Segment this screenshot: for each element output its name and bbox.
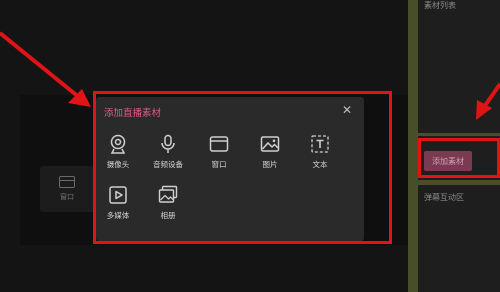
source-tile-camera[interactable]: 摄像头: [98, 134, 138, 170]
stage-window-source[interactable]: 窗口: [40, 166, 94, 212]
danmaku-interaction-panel: 弹幕互动区: [418, 185, 500, 292]
add-live-material-dialog: 添加直播素材 ✕ 摄像头 音频设备 窗口 图片 文本 多媒体 相册: [96, 97, 364, 241]
source-tile-media[interactable]: 多媒体: [98, 185, 138, 221]
album-icon: [158, 185, 178, 203]
source-label-album: 相册: [160, 211, 176, 220]
camera-icon: [110, 134, 126, 154]
text-icon: [311, 135, 329, 153]
source-tile-audio[interactable]: 音频设备: [148, 134, 188, 170]
source-label-media: 多媒体: [106, 211, 130, 220]
add-material-button[interactable]: 添加素材: [424, 151, 472, 171]
material-list-title: 素材列表: [424, 1, 456, 10]
danmaku-interaction-title: 弹幕互动区: [424, 193, 464, 202]
close-icon[interactable]: ✕: [340, 103, 354, 117]
source-label-audio: 音频设备: [153, 160, 183, 169]
window-icon: [209, 136, 229, 152]
material-list-panel: 素材列表: [418, 0, 500, 133]
source-label-camera: 摄像头: [106, 160, 130, 169]
source-tile-window[interactable]: 窗口: [199, 134, 239, 170]
source-tile-text[interactable]: 文本: [300, 134, 340, 170]
source-label-window: 窗口: [211, 160, 227, 169]
source-label-text: 文本: [312, 160, 328, 169]
dialog-title: 添加直播素材: [104, 108, 162, 119]
source-tile-image[interactable]: 图片: [250, 134, 290, 170]
window-icon: [59, 176, 75, 188]
microphone-icon: [161, 134, 175, 153]
source-tile-album[interactable]: 相册: [148, 185, 188, 221]
image-icon: [260, 136, 280, 152]
source-label-image: 图片: [262, 160, 278, 169]
stage-window-label: 窗口: [60, 193, 74, 201]
media-play-icon: [109, 186, 127, 204]
